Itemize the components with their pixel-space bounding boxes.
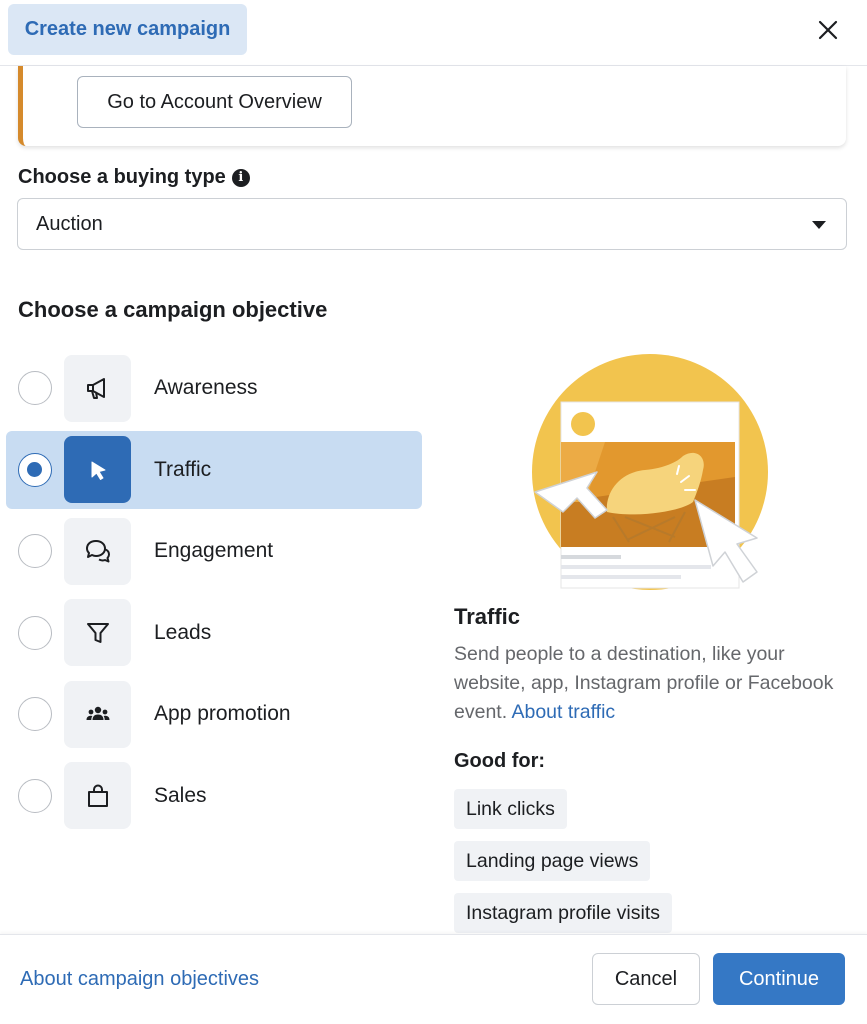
- objective-app-promotion[interactable]: App promotion: [6, 675, 422, 753]
- funnel-icon: [64, 599, 131, 667]
- go-to-account-overview-button[interactable]: Go to Account Overview: [77, 76, 352, 128]
- objective-radio[interactable]: [18, 371, 52, 405]
- objective-leads[interactable]: Leads: [6, 594, 422, 672]
- objective-radio-selected[interactable]: [18, 452, 52, 487]
- info-icon[interactable]: i: [231, 168, 250, 187]
- dialog-header: Create new campaign: [0, 0, 867, 66]
- objective-awareness[interactable]: Awareness: [6, 349, 422, 427]
- caret-down-icon: [812, 221, 826, 229]
- buying-type-label: Choose a buying type i: [18, 166, 250, 189]
- good-for-chip: Landing page views: [454, 841, 651, 881]
- objective-radio[interactable]: [18, 778, 52, 813]
- megaphone-icon: [64, 354, 131, 422]
- header-tab-create-campaign[interactable]: Create new campaign: [8, 4, 247, 55]
- objective-detail-description: Send people to a destination, like your …: [454, 640, 834, 727]
- good-for-chip: Instagram profile visits: [454, 893, 672, 933]
- objective-label: Leads: [154, 620, 212, 644]
- shopping-bag-icon: [64, 762, 131, 830]
- cursor-icon: [64, 436, 131, 504]
- objective-detail-title: Traffic: [454, 604, 521, 629]
- objective-sales[interactable]: Sales: [6, 757, 422, 835]
- about-traffic-link[interactable]: About traffic: [511, 701, 615, 723]
- chat-bubbles-icon: [64, 517, 131, 585]
- objective-radio[interactable]: [18, 534, 52, 569]
- buying-type-label-text: Choose a buying type: [18, 166, 226, 188]
- buying-type-select[interactable]: Auction: [17, 198, 847, 250]
- objective-label: App promotion: [154, 702, 291, 726]
- objective-radio[interactable]: [18, 697, 52, 732]
- objective-label: Awareness: [154, 376, 258, 399]
- buying-type-value: Auction: [36, 212, 103, 235]
- good-for-label: Good for:: [454, 750, 546, 772]
- objective-radio[interactable]: [18, 615, 52, 650]
- objective-traffic[interactable]: Traffic: [6, 430, 422, 509]
- good-for-chip: Link clicks: [454, 789, 567, 829]
- objective-list: Awareness Traffic Engagement Leads App p…: [6, 349, 422, 839]
- objective-section-title: Choose a campaign objective: [18, 297, 328, 322]
- continue-button[interactable]: Continue: [713, 953, 845, 1005]
- about-campaign-objectives-link[interactable]: About campaign objectives: [20, 968, 259, 991]
- traffic-illustration: [532, 354, 768, 590]
- people-icon: [64, 680, 131, 748]
- objective-engagement[interactable]: Engagement: [6, 512, 422, 590]
- close-icon: [818, 20, 838, 40]
- objective-label: Sales: [154, 783, 207, 807]
- cancel-button[interactable]: Cancel: [592, 953, 700, 1005]
- objective-label: Traffic: [154, 457, 212, 481]
- close-button[interactable]: [812, 14, 844, 46]
- objective-label: Engagement: [154, 539, 274, 563]
